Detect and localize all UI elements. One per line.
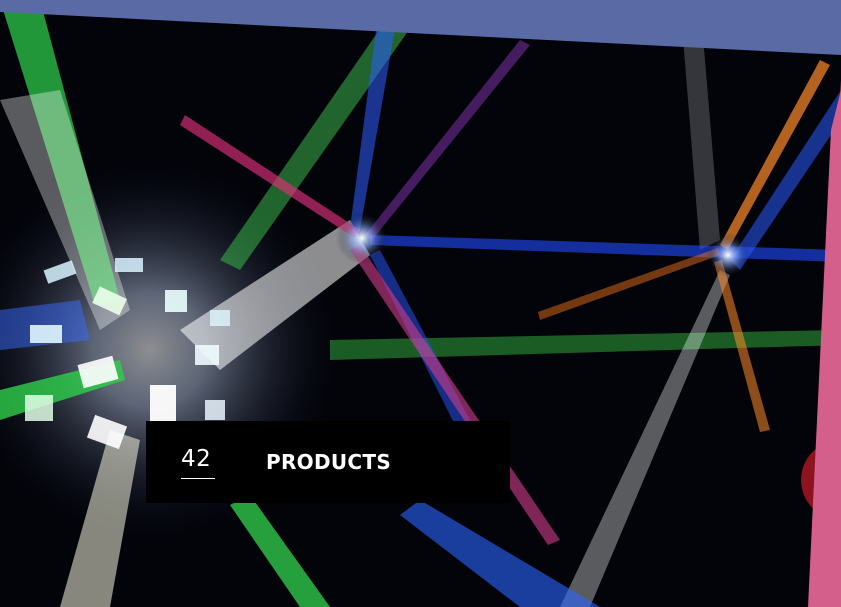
stage-lights-photo bbox=[0, 0, 841, 607]
count-underline bbox=[181, 478, 215, 479]
side-accent-strip bbox=[808, 80, 841, 607]
product-count: 42 bbox=[181, 446, 212, 472]
category-tile[interactable]: 42 PRODUCTS bbox=[0, 0, 841, 607]
top-accent-band bbox=[0, 0, 841, 55]
category-label-card[interactable]: 42 PRODUCTS bbox=[146, 421, 510, 503]
category-title[interactable]: PRODUCTS bbox=[266, 452, 391, 472]
